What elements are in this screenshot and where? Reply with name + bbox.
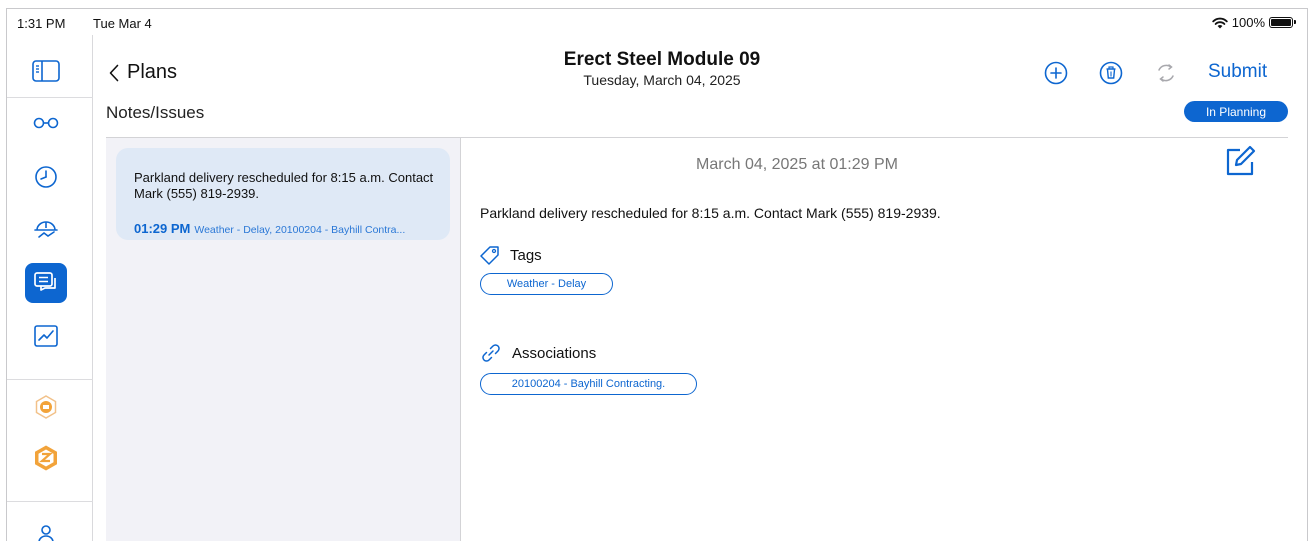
tags-heading: Tags xyxy=(480,245,542,265)
status-date: Tue Mar 4 xyxy=(93,16,152,31)
hardhat-icon xyxy=(34,221,58,238)
rail-item-notes[interactable] xyxy=(25,263,67,303)
associations-heading: Associations xyxy=(480,342,596,364)
rail-item-review[interactable] xyxy=(28,105,64,141)
battery-percent: 100% xyxy=(1231,15,1265,30)
delete-button[interactable] xyxy=(1097,59,1125,87)
status-badge: In Planning xyxy=(1184,101,1288,122)
sidebar-toggle-icon xyxy=(32,60,60,82)
battery-icon xyxy=(1269,17,1296,28)
trash-circle-icon xyxy=(1099,61,1123,85)
back-button[interactable]: Plans xyxy=(109,61,177,84)
chevron-left-icon xyxy=(109,64,119,81)
side-rail xyxy=(7,35,93,541)
rail-item-integration[interactable] xyxy=(28,389,64,425)
rail-item-schedule[interactable] xyxy=(28,159,64,195)
add-button[interactable] xyxy=(1042,59,1070,87)
rail-item-reports[interactable] xyxy=(28,318,64,354)
rail-item-safety[interactable] xyxy=(28,211,64,247)
note-meta: 01:29 PM Weather - Delay, 20100204 - Bayh… xyxy=(134,221,444,236)
page-title: Erect Steel Module 09 xyxy=(563,49,761,70)
chart-icon xyxy=(34,325,58,347)
person-icon xyxy=(38,525,54,541)
rail-item-brand[interactable] xyxy=(28,440,64,476)
tag-icon xyxy=(480,246,499,265)
tags-label: Tags xyxy=(510,246,542,264)
sidebar-toggle-button[interactable] xyxy=(28,53,64,89)
logo-hex-icon xyxy=(35,445,57,471)
rail-divider xyxy=(7,501,93,502)
page-title-block: Erect Steel Module 09 Tuesday, March 04,… xyxy=(477,49,847,88)
status-right: 100% xyxy=(1212,15,1296,30)
note-text: Parkland delivery rescheduled for 8:15 a… xyxy=(134,170,434,201)
list-item[interactable]: Parkland delivery rescheduled for 8:15 a… xyxy=(116,148,450,240)
glasses-icon xyxy=(33,117,59,129)
association-chip[interactable]: 20100204 - Bayhill Contracting. xyxy=(480,373,697,395)
submit-button[interactable]: Submit xyxy=(1208,61,1267,83)
note-body: Parkland delivery rescheduled for 8:15 a… xyxy=(480,205,941,221)
note-tags: Weather - Delay, 20100204 - Bayhill Cont… xyxy=(194,224,406,236)
chat-icon xyxy=(34,272,56,291)
status-time: 1:31 PM xyxy=(17,16,66,31)
page-subtitle: Tuesday, March 04, 2025 xyxy=(583,72,741,88)
note-time: 01:29 PM xyxy=(134,221,191,236)
wifi-icon xyxy=(1212,17,1228,28)
link-icon xyxy=(482,344,500,362)
note-timestamp: March 04, 2025 at 01:29 PM xyxy=(696,156,898,173)
sync-button[interactable] xyxy=(1152,59,1180,87)
tag-chip[interactable]: Weather - Delay xyxy=(480,273,613,295)
app-frame: 1:31 PM Tue Mar 4 100% Plans Erect Steel… xyxy=(6,8,1308,541)
rail-divider xyxy=(7,97,93,98)
rail-item-account[interactable] xyxy=(28,515,64,541)
clock-icon xyxy=(35,166,57,188)
edit-icon xyxy=(1226,145,1256,176)
orange-badge-icon xyxy=(35,395,57,419)
back-label: Plans xyxy=(127,61,178,83)
refresh-icon xyxy=(1158,64,1174,82)
edit-button[interactable] xyxy=(1222,143,1258,179)
status-bar: 1:31 PM Tue Mar 4 100% xyxy=(7,9,1307,35)
section-title: Notes/Issues xyxy=(106,103,205,122)
associations-label: Associations xyxy=(512,344,597,362)
rail-divider xyxy=(7,379,93,380)
notes-list: Parkland delivery rescheduled for 8:15 a… xyxy=(106,138,461,541)
plus-circle-icon xyxy=(1044,61,1068,85)
